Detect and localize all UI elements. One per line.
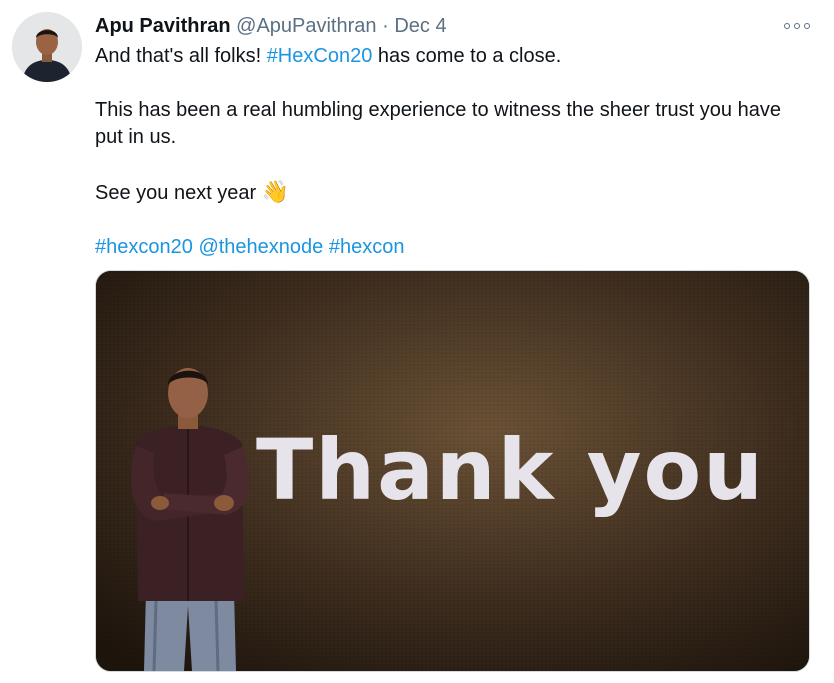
avatar-image: [12, 12, 82, 82]
photo-image: Thank you: [96, 271, 809, 671]
tweet-line-1: And that's all folks! #HexCon20 has come…: [95, 43, 805, 70]
tweet-text: And that's all folks! #HexCon20 has come…: [95, 43, 805, 261]
avatar[interactable]: [12, 12, 82, 82]
more-horizontal-icon-dot: [794, 23, 800, 29]
author-display-name[interactable]: Apu Pavithran: [95, 15, 231, 37]
hashtag-link[interactable]: #hexcon20: [95, 236, 193, 258]
mention-link[interactable]: @thehexnode: [198, 236, 323, 258]
tweet-text-segment: has come to a close.: [372, 45, 562, 67]
author-handle[interactable]: @ApuPavithran: [236, 15, 376, 37]
tweet[interactable]: Apu Pavithran @ApuPavithran · Dec 4 And …: [0, 0, 834, 683]
header-separator: ·: [382, 15, 389, 37]
screen-text: Thank you: [256, 421, 765, 519]
more-horizontal-icon: [784, 23, 790, 29]
tweet-header: Apu Pavithran @ApuPavithran · Dec 4: [95, 13, 447, 39]
tweet-paragraph-3: See you next year 👋: [95, 178, 805, 207]
tweet-paragraph-2: This has been a real humbling experience…: [95, 99, 781, 148]
tweet-text-segment: See you next year: [95, 182, 262, 204]
more-horizontal-icon-dot: [804, 23, 810, 29]
tweet-text-segment: And that's all folks!: [95, 45, 267, 67]
tweet-tags: #hexcon20 @thehexnode #hexcon: [95, 234, 805, 261]
more-options-button[interactable]: [784, 18, 810, 34]
hashtag-link[interactable]: #hexcon: [329, 236, 405, 258]
waving-hand-emoji: 👋: [261, 179, 290, 204]
hashtag-link[interactable]: #HexCon20: [267, 45, 373, 67]
tweet-date[interactable]: Dec 4: [394, 15, 446, 37]
tweet-photo[interactable]: Thank you: [95, 270, 810, 672]
